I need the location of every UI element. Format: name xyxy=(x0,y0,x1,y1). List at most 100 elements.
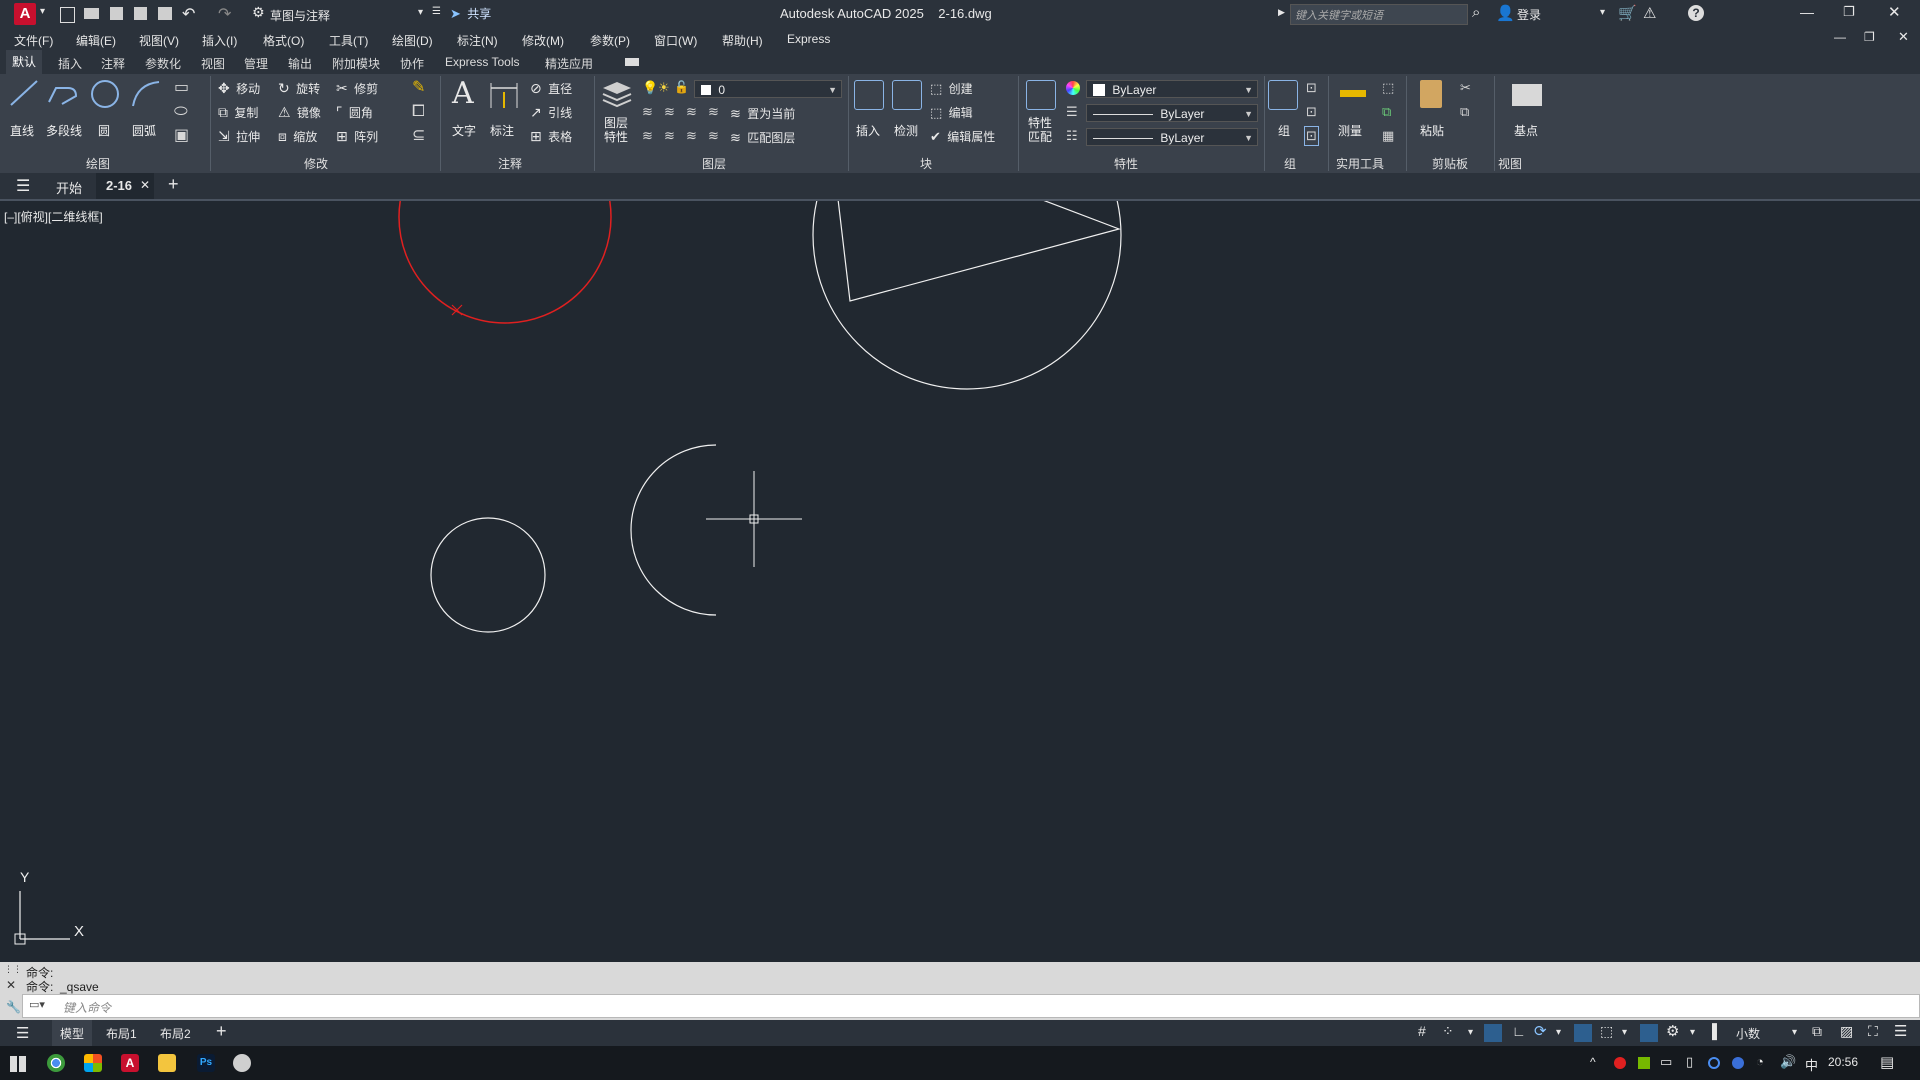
menu-insert[interactable]: 插入(I) xyxy=(202,32,237,49)
large-circle[interactable] xyxy=(812,201,1122,390)
calculator-icon[interactable]: ▦ xyxy=(1382,128,1394,144)
quick-select-icon[interactable]: ⧉ xyxy=(1382,104,1391,120)
ribbon-tab-express-tools[interactable]: Express Tools xyxy=(445,55,519,69)
annotation-panel-title[interactable]: 注释 xyxy=(498,155,522,172)
chevron-down-icon[interactable]: ▾ xyxy=(1622,1027,1627,1038)
ribbon-toggle-icon[interactable] xyxy=(625,58,639,66)
ribbon-tab-output[interactable]: 输出 xyxy=(288,55,312,72)
doc-minimize-icon[interactable]: — xyxy=(1834,30,1846,44)
ribbon-tab-featured-apps[interactable]: 精选应用 xyxy=(545,55,593,72)
menu-edit[interactable]: 编辑(E) xyxy=(76,32,116,49)
ortho-icon[interactable] xyxy=(1484,1024,1502,1042)
wrench-icon[interactable]: 🔧 xyxy=(6,1000,21,1014)
match-layer-button[interactable]: ≋ 匹配图层 xyxy=(730,129,795,146)
dynamic-ucs-icon[interactable]: ⬚ xyxy=(1600,1023,1613,1040)
menu-help[interactable]: 帮助(H) xyxy=(722,32,763,49)
block-panel-title[interactable]: 块 xyxy=(920,155,932,172)
insert-block-button[interactable]: 插入 xyxy=(852,78,886,140)
color-wheel-icon[interactable] xyxy=(1066,81,1080,95)
menu-file[interactable]: 文件(F) xyxy=(14,32,53,49)
ribbon-tab-addins[interactable]: 附加模块 xyxy=(332,55,380,72)
ungroup-icon[interactable]: ⊡ xyxy=(1306,80,1317,96)
cart-icon[interactable]: 🛒 xyxy=(1618,4,1637,22)
inscribed-triangle[interactable] xyxy=(837,201,1121,302)
layer-tool-icon[interactable]: ≋ xyxy=(664,104,675,120)
workspace-selector[interactable]: ⚙ 草图与注释 ▾ xyxy=(250,4,430,24)
chevron-down-icon[interactable]: ▾ xyxy=(40,6,45,17)
notification-icon[interactable]: ▤ xyxy=(1880,1053,1894,1071)
arc-button[interactable]: 圆弧 xyxy=(128,78,164,138)
bulb-icon[interactable]: 💡 xyxy=(642,80,658,96)
customize-qat-icon[interactable]: ☰ xyxy=(432,6,441,17)
linetype-dropdown[interactable]: ByLayer ▼ xyxy=(1086,128,1258,146)
color-dropdown[interactable]: ByLayer ▼ xyxy=(1086,80,1258,98)
layer-tool-icon[interactable]: ≋ xyxy=(708,104,719,120)
chevron-down-icon[interactable]: ▾ xyxy=(1556,1027,1561,1038)
nvidia-tray-icon[interactable] xyxy=(1638,1057,1650,1069)
user-icon[interactable]: 👤 xyxy=(1496,4,1515,22)
chevron-down-icon[interactable]: ▾ xyxy=(1600,7,1605,18)
lineweight-dropdown[interactable]: ByLayer ▼ xyxy=(1086,104,1258,122)
linetype-icon[interactable]: ☷ xyxy=(1066,128,1078,144)
redo-icon[interactable]: ↷ xyxy=(218,4,231,24)
autocad-taskbar-icon[interactable]: A xyxy=(121,1054,139,1072)
search-input[interactable]: 键入关键字或短语 xyxy=(1290,4,1468,25)
new-file-icon[interactable] xyxy=(60,7,75,23)
polar-icon[interactable]: ∟ xyxy=(1512,1023,1526,1039)
dimension-button[interactable]: 标注 xyxy=(486,78,520,140)
settings-gear-icon[interactable]: ⚙ xyxy=(1666,1022,1679,1040)
record-tray-icon[interactable] xyxy=(1614,1057,1626,1069)
file-explorer-icon[interactable] xyxy=(158,1054,176,1072)
menu-draw[interactable]: 绘图(D) xyxy=(392,32,433,49)
minimize-window-icon[interactable]: — xyxy=(1800,4,1814,20)
tab-current-file[interactable]: 2-16 ✕ xyxy=(96,173,154,199)
photoshop-icon[interactable]: Ps xyxy=(197,1054,215,1072)
chevron-down-icon[interactable]: ▾ xyxy=(1792,1027,1797,1038)
rectangle-icon[interactable]: ▭ xyxy=(174,80,189,96)
app-logo-button[interactable]: A xyxy=(14,3,36,25)
tab-start[interactable]: 开始 xyxy=(56,178,82,197)
layer-tool-icon[interactable]: ≋ xyxy=(642,128,653,144)
search-expand-icon[interactable]: ▶ xyxy=(1278,7,1285,18)
doc-close-icon[interactable]: ✕ xyxy=(1898,29,1909,45)
base-point-button[interactable]: 基点 xyxy=(1506,78,1546,140)
graphics-performance-icon[interactable]: ▨ xyxy=(1840,1023,1853,1040)
menu-dimension[interactable]: 标注(N) xyxy=(457,32,498,49)
layers-panel-title[interactable]: 图层 xyxy=(702,155,726,172)
wifi-tray-icon[interactable]: ◔ xyxy=(1756,1054,1764,1069)
layout-menu-icon[interactable]: ☰ xyxy=(16,1024,29,1042)
inspect-block-button[interactable]: 检测 xyxy=(890,78,924,140)
undo-icon[interactable]: ↶ xyxy=(182,4,195,24)
tab-model[interactable]: 模型 xyxy=(52,1020,92,1046)
ribbon-tab-manage[interactable]: 管理 xyxy=(244,55,268,72)
share-button[interactable]: ➤ 共享 xyxy=(450,5,491,22)
snap-icon[interactable]: ⁘ xyxy=(1442,1023,1454,1040)
menu-format[interactable]: 格式(O) xyxy=(263,32,304,49)
offset-icon[interactable]: ⊆ xyxy=(412,128,425,144)
table-button[interactable]: ⊞ 表格 xyxy=(530,128,572,145)
rotate-button[interactable]: ↻ 旋转 xyxy=(278,80,320,97)
menu-window[interactable]: 窗口(W) xyxy=(654,32,697,49)
text-button[interactable]: A 文字 xyxy=(448,76,480,140)
close-command-icon[interactable]: ✕ xyxy=(6,978,16,992)
ribbon-tab-annotate[interactable]: 注释 xyxy=(101,55,125,72)
layer-tool-icon[interactable]: ≋ xyxy=(686,104,697,120)
tab-layout1[interactable]: 布局1 xyxy=(106,1025,137,1042)
drawing-canvas[interactable]: [–][俯视][二维线框] Y X xyxy=(0,201,1920,957)
windows-start-icon[interactable] xyxy=(10,1056,26,1072)
mirror-button[interactable]: ⚠ 镜像 xyxy=(278,104,321,121)
quick-properties-icon[interactable]: ⧉ xyxy=(1812,1023,1822,1040)
cloud-tray-icon[interactable] xyxy=(1708,1057,1720,1069)
ribbon-tab-home[interactable]: 默认 xyxy=(6,50,43,74)
utilities-panel-title[interactable]: 实用工具 xyxy=(1336,155,1384,172)
edit-attributes-button[interactable]: ✔ 编辑属性 xyxy=(930,128,995,145)
create-block-button[interactable]: ⬚ 创建 xyxy=(930,80,973,97)
move-button[interactable]: ✥ 移动 xyxy=(218,80,260,97)
polyline-button[interactable]: 多段线 xyxy=(44,78,84,138)
clipboard-panel-title[interactable]: 剪贴板 xyxy=(1432,155,1468,172)
grid-icon[interactable]: # xyxy=(1418,1023,1426,1039)
circle-button[interactable]: 圆 xyxy=(88,78,122,138)
group-select-icon[interactable]: ⊡ xyxy=(1304,126,1319,146)
measure-button[interactable]: 测量 xyxy=(1332,78,1372,140)
fullscreen-icon[interactable]: ⛶ xyxy=(1868,1023,1878,1040)
